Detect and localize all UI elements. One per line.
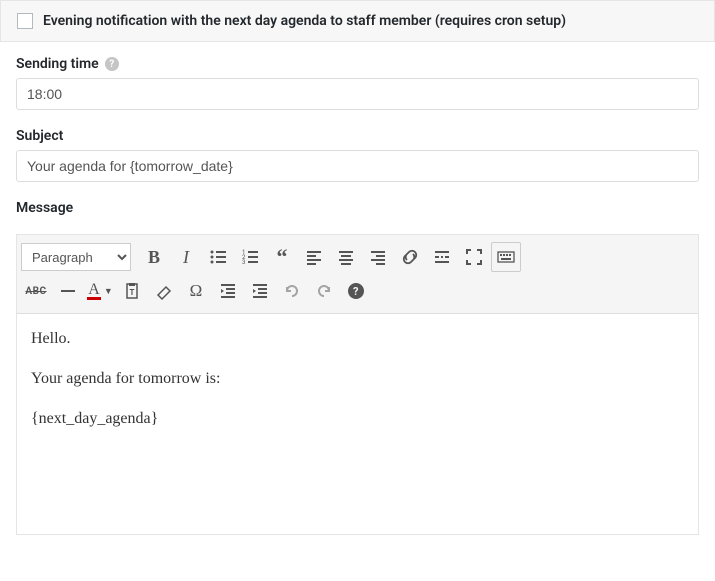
bullet-list-button[interactable] xyxy=(203,242,233,272)
special-char-button[interactable]: Ω xyxy=(181,276,211,306)
enable-notification-checkbox[interactable] xyxy=(17,13,33,29)
text-color-button[interactable]: A▼ xyxy=(85,276,115,306)
panel-body: Sending time ? Subject Message Paragraph… xyxy=(0,42,715,549)
message-label-row: Message xyxy=(16,200,699,216)
align-center-icon xyxy=(336,247,356,267)
editor: Paragraph B I 123 “ xyxy=(16,234,699,535)
toolbar-toggle-button[interactable] xyxy=(491,242,521,272)
sending-time-label-row: Sending time ? xyxy=(16,56,699,72)
eraser-icon xyxy=(154,281,174,301)
editor-content[interactable]: Hello. Your agenda for tomorrow is: {nex… xyxy=(17,314,698,534)
subject-input[interactable] xyxy=(16,150,699,182)
panel-header: Evening notification with the next day a… xyxy=(0,0,715,42)
sending-time-input[interactable] xyxy=(16,78,699,110)
bold-button[interactable]: B xyxy=(139,242,169,272)
toolbar-row-2: ABC A▼ T Ω xyxy=(21,274,694,308)
align-right-icon xyxy=(368,247,388,267)
fullscreen-icon xyxy=(464,247,484,267)
editor-paragraph: Hello. xyxy=(31,330,684,348)
link-button[interactable] xyxy=(395,242,425,272)
strikethrough-button[interactable]: ABC xyxy=(21,276,51,306)
align-center-button[interactable] xyxy=(331,242,361,272)
redo-icon xyxy=(314,281,334,301)
align-left-button[interactable] xyxy=(299,242,329,272)
blockquote-button[interactable]: “ xyxy=(267,242,297,272)
format-select[interactable]: Paragraph xyxy=(21,243,131,271)
subject-group: Subject xyxy=(16,128,699,182)
svg-text:T: T xyxy=(130,288,135,297)
bullet-list-icon xyxy=(208,247,228,267)
svg-text:3: 3 xyxy=(242,259,245,266)
fullscreen-button[interactable] xyxy=(459,242,489,272)
help-icon[interactable]: ? xyxy=(105,57,119,71)
undo-icon xyxy=(282,281,302,301)
read-more-icon xyxy=(432,247,452,267)
panel-header-label: Evening notification with the next day a… xyxy=(43,13,566,29)
editor-paragraph: {next_day_agenda} xyxy=(31,410,684,428)
numbered-list-button[interactable]: 123 xyxy=(235,242,265,272)
indent-button[interactable] xyxy=(245,276,275,306)
toolbar-row-1: Paragraph B I 123 “ xyxy=(21,240,694,274)
italic-button[interactable]: I xyxy=(171,242,201,272)
question-icon: ? xyxy=(346,281,366,301)
read-more-button[interactable] xyxy=(427,242,457,272)
align-left-icon xyxy=(304,247,324,267)
message-label: Message xyxy=(16,200,73,216)
hr-button[interactable] xyxy=(53,276,83,306)
numbered-list-icon: 123 xyxy=(240,247,260,267)
outdent-button[interactable] xyxy=(213,276,243,306)
subject-label-row: Subject xyxy=(16,128,699,144)
message-group: Message xyxy=(16,200,699,216)
clipboard-icon: T xyxy=(122,281,142,301)
clear-formatting-button[interactable] xyxy=(149,276,179,306)
link-icon xyxy=(400,247,420,267)
outdent-icon xyxy=(218,281,238,301)
sending-time-group: Sending time ? xyxy=(16,56,699,110)
subject-label: Subject xyxy=(16,128,63,144)
svg-text:?: ? xyxy=(353,285,359,298)
hr-icon xyxy=(58,281,78,301)
indent-icon xyxy=(250,281,270,301)
sending-time-label: Sending time xyxy=(16,56,99,72)
align-right-button[interactable] xyxy=(363,242,393,272)
keyboard-icon xyxy=(496,247,516,267)
editor-paragraph: Your agenda for tomorrow is: xyxy=(31,370,684,388)
paste-text-button[interactable]: T xyxy=(117,276,147,306)
help-button[interactable]: ? xyxy=(341,276,371,306)
redo-button[interactable] xyxy=(309,276,339,306)
undo-button[interactable] xyxy=(277,276,307,306)
editor-toolbar: Paragraph B I 123 “ xyxy=(17,235,698,314)
